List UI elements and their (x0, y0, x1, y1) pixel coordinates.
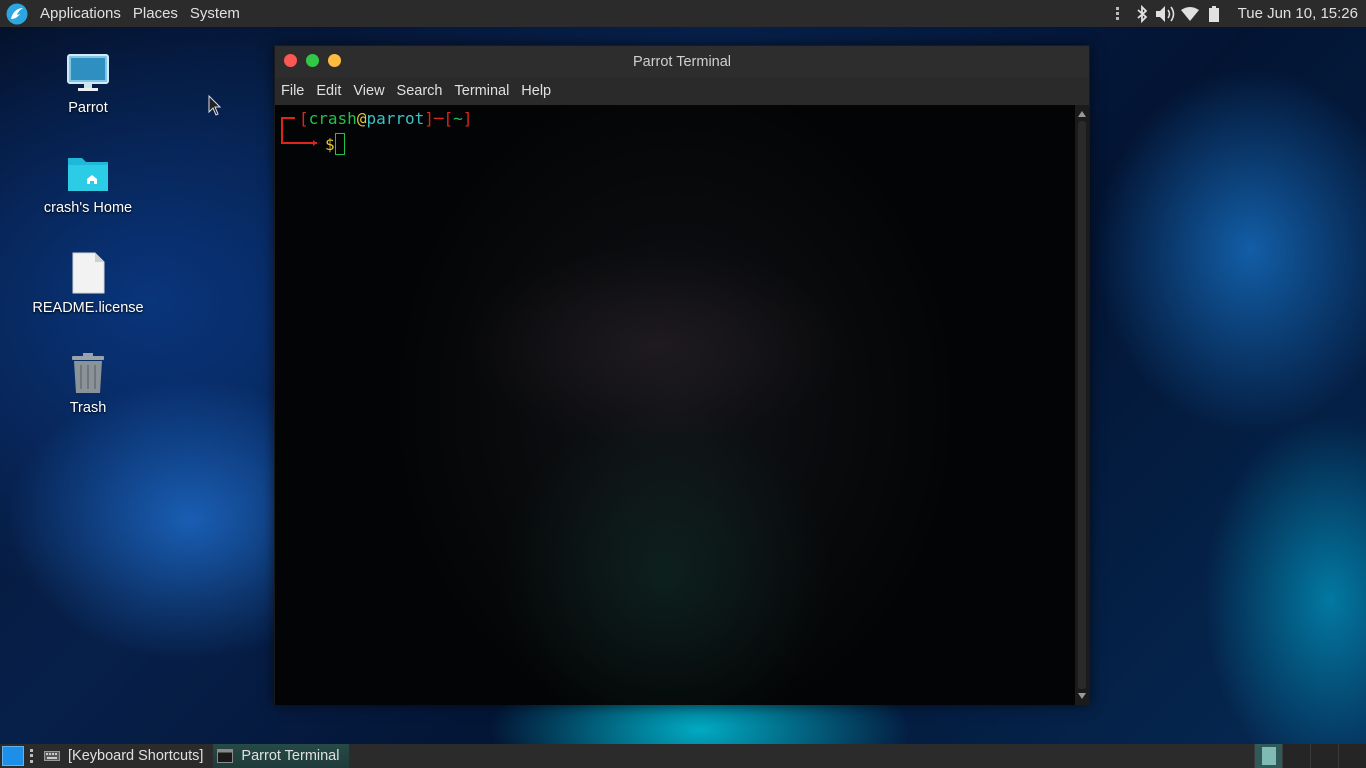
terminal-scrollbar[interactable] (1075, 105, 1089, 705)
show-desktop-button[interactable] (2, 746, 24, 766)
prompt-dir: ~ (453, 109, 463, 128)
desktop-icon-parrot[interactable]: Parrot (28, 50, 148, 116)
terminal-titlebar[interactable]: Parrot Terminal (275, 46, 1089, 78)
clock[interactable]: Tue Jun 10, 15:26 (1226, 5, 1366, 22)
prompt-host: parrot (366, 109, 425, 128)
terminal-menubar: File Edit View Search Terminal Help (275, 78, 1089, 105)
prompt-symbol: $ (325, 135, 335, 154)
workspace-switcher[interactable] (1254, 744, 1366, 768)
menu-file[interactable]: File (275, 78, 310, 105)
minimize-button[interactable] (328, 54, 341, 67)
window-title: Parrot Terminal (632, 54, 732, 70)
workspace-3[interactable] (1310, 744, 1338, 768)
workspace-2[interactable] (1282, 744, 1310, 768)
menu-search[interactable]: Search (391, 78, 449, 105)
menu-applications[interactable]: Applications (34, 0, 127, 27)
battery-icon[interactable] (1202, 0, 1226, 27)
system-tray: Tue Jun 10, 15:26 (1106, 0, 1366, 27)
workspace-1[interactable] (1254, 744, 1282, 768)
top-panel: Applications Places System Tue Jun 10, 1… (0, 0, 1366, 27)
menu-system[interactable]: System (184, 0, 246, 27)
keyboard-icon (44, 751, 60, 761)
text-cursor (334, 133, 345, 155)
menu-edit[interactable]: Edit (310, 78, 347, 105)
trash-icon (65, 350, 111, 396)
task-parrot-terminal[interactable]: Parrot Terminal (213, 744, 350, 768)
parrot-logo-icon[interactable] (6, 3, 28, 25)
terminal-window[interactable]: Parrot Terminal File Edit View Search Te… (274, 45, 1090, 705)
volume-icon[interactable] (1154, 0, 1178, 27)
desktop-icon-readme[interactable]: README.license (28, 250, 148, 316)
desktop-icon-label: README.license (32, 300, 144, 316)
menu-places[interactable]: Places (127, 0, 184, 27)
file-icon (65, 250, 111, 296)
bluetooth-icon[interactable] (1130, 0, 1154, 27)
task-label: [Keyboard Shortcuts] (68, 748, 204, 764)
task-label: Parrot Terminal (241, 748, 340, 764)
bottom-panel: [Keyboard Shortcuts] Parrot Terminal (0, 744, 1366, 768)
task-keyboard-shortcuts[interactable]: [Keyboard Shortcuts] (40, 744, 213, 768)
menu-help[interactable]: Help (515, 78, 557, 105)
scroll-thumb[interactable] (1078, 121, 1086, 689)
terminal-icon (217, 749, 234, 763)
menu-terminal[interactable]: Terminal (449, 78, 516, 105)
input-line[interactable]: $ (325, 133, 345, 155)
desktop-icon-home[interactable]: crash's Home (28, 150, 148, 216)
desktop-icon-label: Trash (69, 400, 107, 416)
panel-handle-icon[interactable] (28, 748, 34, 764)
scroll-down-arrow-icon[interactable] (1078, 693, 1086, 699)
panel-handle-icon[interactable] (1106, 0, 1130, 27)
maximize-button[interactable] (306, 54, 319, 67)
wifi-icon[interactable] (1178, 0, 1202, 27)
close-button[interactable] (284, 54, 297, 67)
workspace-4[interactable] (1338, 744, 1366, 768)
prompt-at: @ (356, 109, 367, 128)
terminal-output[interactable]: [crash@parrot]─[~] $ (275, 105, 1075, 705)
desktop-icon-label: crash's Home (43, 200, 133, 216)
prompt-user: crash (308, 109, 357, 128)
menu-view[interactable]: View (347, 78, 390, 105)
scroll-up-arrow-icon[interactable] (1078, 111, 1086, 117)
desktop-icon-label: Parrot (68, 100, 108, 116)
prompt-line: [crash@parrot]─[~] (299, 109, 473, 128)
mouse-pointer-icon (208, 95, 222, 116)
computer-icon (65, 50, 111, 96)
desktop-icon-trash[interactable]: Trash (28, 350, 148, 416)
home-folder-icon (65, 150, 111, 196)
